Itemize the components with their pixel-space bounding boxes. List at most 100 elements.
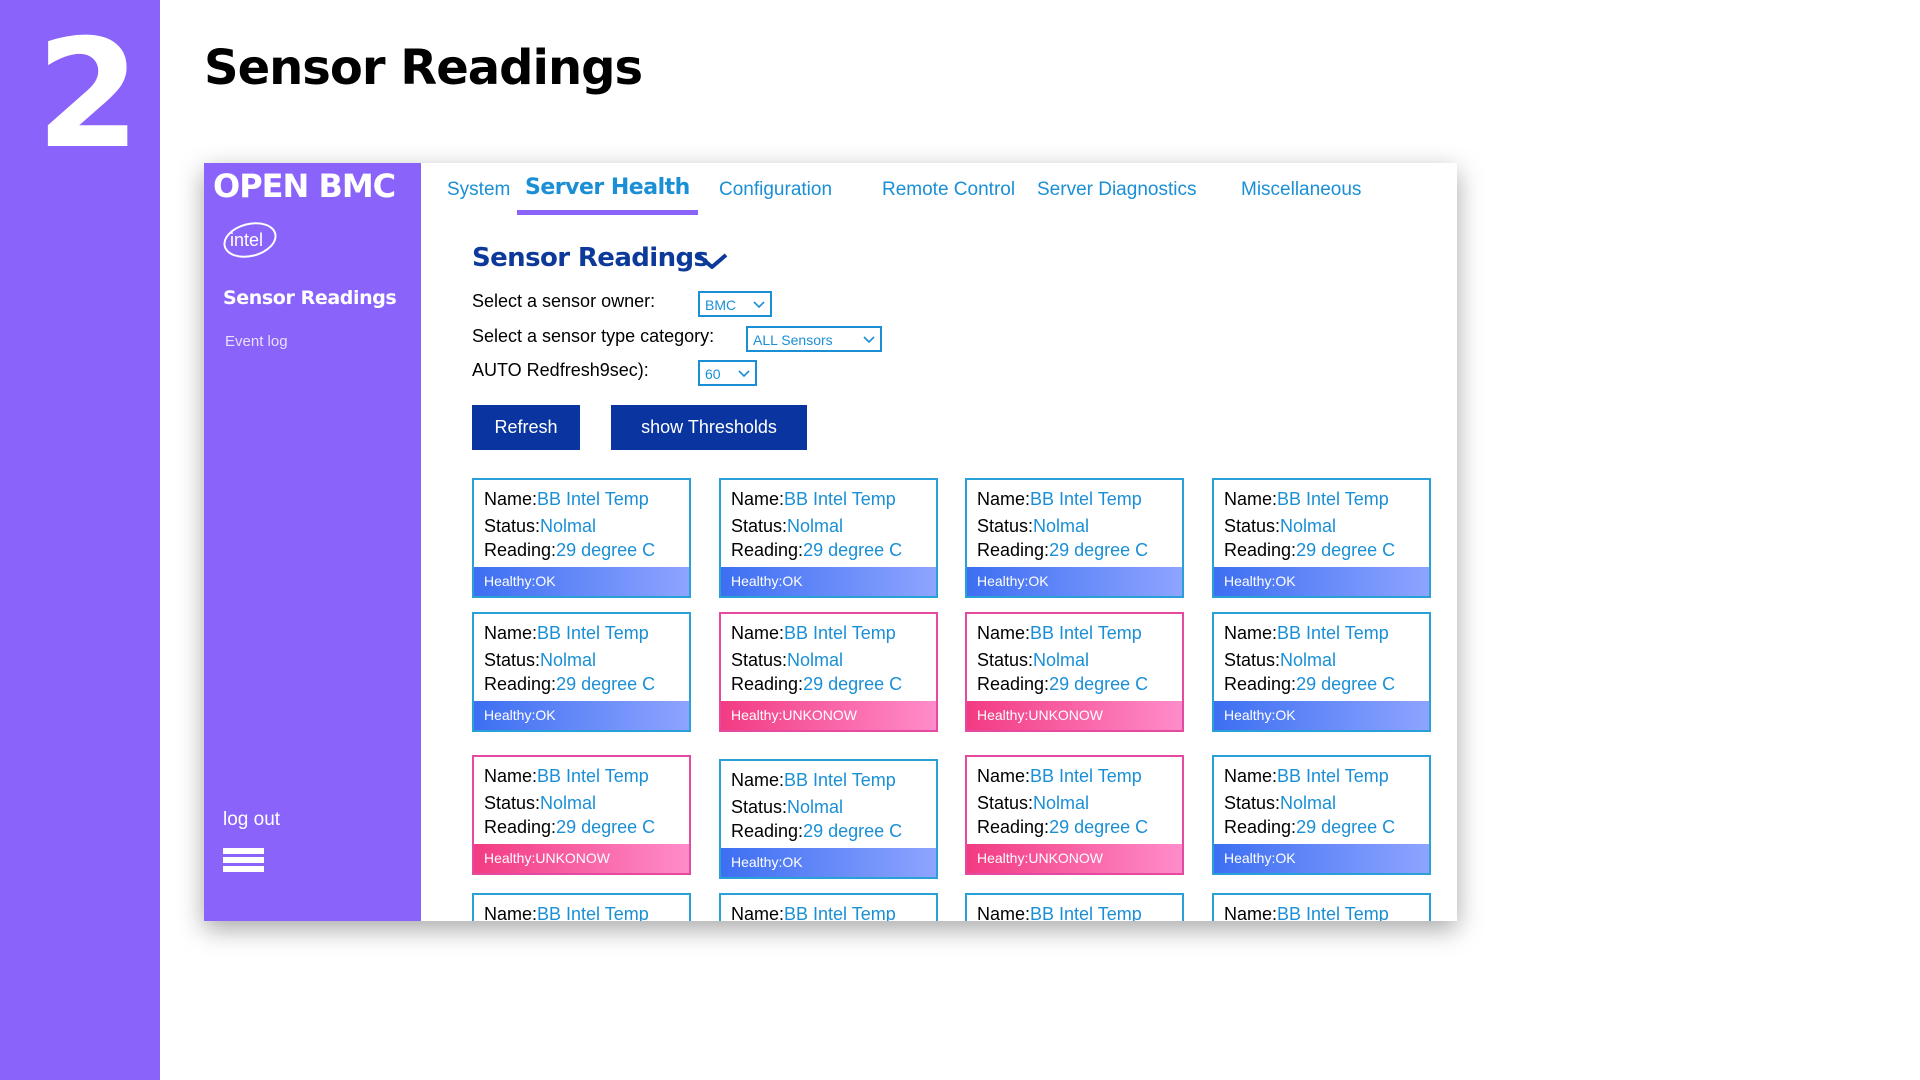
tab-system[interactable]: System <box>447 179 510 201</box>
sensor-status-value: Nolmal <box>1280 516 1337 536</box>
sensor-card[interactable]: Name:BB Intel Temp <box>472 893 691 921</box>
slide-title: Sensor Readings <box>204 40 643 96</box>
sensor-reading-label: Reading: <box>731 674 804 694</box>
refresh-button[interactable]: Refresh <box>472 405 580 450</box>
sensor-card[interactable]: Name:BB Intel Temp Status:Nolmal Reading:2… <box>719 478 938 598</box>
sensor-status-value: Nolmal <box>540 516 597 536</box>
sensor-name-label: Name: <box>484 489 538 509</box>
sensor-reading-value: 29 degree C <box>803 674 903 694</box>
sensor-name-line: Name:BB Intel Temp <box>977 489 1142 510</box>
tab-server-health[interactable]: Server Health <box>517 175 698 215</box>
sensor-name-line: Name:BB Intel Temp <box>731 623 896 644</box>
sensor-name-label: Name: <box>484 904 538 921</box>
sensor-card[interactable]: Name:BB Intel Temp Status:Nolmal Reading:2… <box>719 759 938 879</box>
tab-remote-control[interactable]: Remote Control <box>882 179 1015 201</box>
sensor-card[interactable]: Name:BB Intel Temp Status:Nolmal Reading:2… <box>472 612 691 732</box>
logout-link[interactable]: log out <box>223 809 280 831</box>
sensor-status-value: Nolmal <box>1280 650 1337 670</box>
sensor-name-line: Name:BB Intel Temp <box>977 766 1142 787</box>
health-status-bar: Healthy:OK <box>1214 844 1429 873</box>
sensor-card[interactable]: Name:BB Intel Temp Status:Nolmal Reading:2… <box>1212 755 1431 875</box>
sensor-reading-line: Reading:29 degree C <box>977 817 1148 838</box>
sensor-status-line: Status:Nolmal <box>977 793 1089 814</box>
sensor-owner-select[interactable]: BMC <box>698 291 772 317</box>
sensor-card[interactable]: Name:BB Intel Temp Status:Nolmal Reading:2… <box>1212 478 1431 598</box>
sensor-status-line: Status:Nolmal <box>731 650 843 671</box>
show-thresholds-button[interactable]: show Thresholds <box>611 405 807 450</box>
sensor-status-value: Nolmal <box>787 797 844 817</box>
sensor-status-line: Status:Nolmal <box>977 516 1089 537</box>
health-status-bar: Healthy:OK <box>1214 701 1429 730</box>
sensor-status-line: Status:Nolmal <box>1224 650 1336 671</box>
sensor-reading-line: Reading:29 degree C <box>731 540 902 561</box>
sensor-status-value: Nolmal <box>1033 516 1090 536</box>
sensor-name-line: Name:BB Intel Temp <box>484 766 649 787</box>
intel-logo-text: intel <box>229 229 264 250</box>
sensor-name-line: Name:BB Intel Temp <box>1224 623 1389 644</box>
sensor-name-label: Name: <box>731 623 785 643</box>
sensor-name-value: BB Intel Temp <box>1277 623 1389 643</box>
sensor-reading-label: Reading: <box>977 674 1050 694</box>
sensor-reading-value: 29 degree C <box>556 817 656 837</box>
sensor-name-line: Name:BB Intel Temp <box>484 623 649 644</box>
sensor-reading-value: 29 degree C <box>1049 817 1149 837</box>
sensor-card[interactable]: Name:BB Intel Temp Status:Nolmal Reading:2… <box>965 612 1184 732</box>
sensor-name-label: Name: <box>1224 489 1278 509</box>
sensor-name-label: Name: <box>977 489 1031 509</box>
sensor-name-line: Name:BB Intel Temp <box>731 904 896 921</box>
sensor-reading-line: Reading:29 degree C <box>1224 817 1395 838</box>
sensor-reading-label: Reading: <box>731 540 804 560</box>
sensor-card[interactable]: Name:BB Intel Temp Status:Nolmal Reading:2… <box>472 478 691 598</box>
sensor-name-value: BB Intel Temp <box>1030 904 1142 921</box>
sensor-name-line: Name:BB Intel Temp <box>1224 489 1389 510</box>
sensor-name-label: Name: <box>731 770 785 790</box>
sensor-status-line: Status:Nolmal <box>484 650 596 671</box>
sensor-name-value: BB Intel Temp <box>537 904 649 921</box>
hamburger-icon[interactable] <box>223 848 264 876</box>
intel-logo: intel <box>219 216 281 264</box>
sensor-card[interactable]: Name:BB Intel Temp <box>1212 893 1431 921</box>
sensor-name-value: BB Intel Temp <box>1030 623 1142 643</box>
sensor-name-line: Name:BB Intel Temp <box>484 904 649 921</box>
sensor-card[interactable]: Name:BB Intel Temp Status:Nolmal Reading:2… <box>472 755 691 875</box>
sensor-name-value: BB Intel Temp <box>784 489 896 509</box>
sensor-status-line: Status:Nolmal <box>731 516 843 537</box>
slide-side-band: 2 <box>0 0 160 1080</box>
bmc-window: OPEN BMC intel Sensor Readings Event log… <box>204 163 1457 921</box>
sensor-card[interactable]: Name:BB Intel Temp Status:Nolmal Reading:2… <box>719 612 938 732</box>
sensor-status-label: Status: <box>1224 650 1281 670</box>
sensor-status-value: Nolmal <box>787 650 844 670</box>
tab-configuration[interactable]: Configuration <box>719 179 832 201</box>
auto-refresh-select[interactable]: 60 <box>698 360 757 386</box>
sensor-reading-label: Reading: <box>1224 540 1297 560</box>
health-status-bar: Healthy:OK <box>1214 567 1429 596</box>
sensor-status-label: Status: <box>731 650 788 670</box>
slide-number: 2 <box>36 8 140 182</box>
sensor-reading-label: Reading: <box>484 674 557 694</box>
tab-server-diagnostics[interactable]: Server Diagnostics <box>1037 179 1196 201</box>
sensor-card[interactable]: Name:BB Intel Temp <box>719 893 938 921</box>
sensor-status-line: Status:Nolmal <box>484 516 596 537</box>
sensor-card[interactable]: Name:BB Intel Temp <box>965 893 1184 921</box>
sensor-type-select[interactable]: ALL Sensors <box>746 326 882 352</box>
sensor-reading-line: Reading:29 degree C <box>731 821 902 842</box>
sidebar-item-sensor-readings[interactable]: Sensor Readings <box>223 287 397 309</box>
sensor-name-label: Name: <box>977 766 1031 786</box>
sensor-card[interactable]: Name:BB Intel Temp Status:Nolmal Reading:2… <box>1212 612 1431 732</box>
sensor-name-label: Name: <box>1224 904 1278 921</box>
chevron-down-icon <box>753 301 765 309</box>
sidebar-item-event-log[interactable]: Event log <box>225 333 288 350</box>
sensor-name-value: BB Intel Temp <box>1277 766 1389 786</box>
sensor-card[interactable]: Name:BB Intel Temp Status:Nolmal Reading:2… <box>965 478 1184 598</box>
tab-miscellaneous[interactable]: Miscellaneous <box>1241 179 1361 201</box>
sensor-name-line: Name:BB Intel Temp <box>484 489 649 510</box>
sensor-reading-label: Reading: <box>484 817 557 837</box>
sensor-status-value: Nolmal <box>1033 793 1090 813</box>
sensor-name-line: Name:BB Intel Temp <box>731 770 896 791</box>
sensor-card[interactable]: Name:BB Intel Temp Status:Nolmal Reading:2… <box>965 755 1184 875</box>
sensor-reading-line: Reading:29 degree C <box>977 674 1148 695</box>
section-title[interactable]: Sensor Readings <box>472 243 709 273</box>
health-status-bar: Healthy:UNKONOW <box>474 844 689 873</box>
chevron-down-icon[interactable] <box>695 251 729 271</box>
sensor-name-label: Name: <box>731 904 785 921</box>
